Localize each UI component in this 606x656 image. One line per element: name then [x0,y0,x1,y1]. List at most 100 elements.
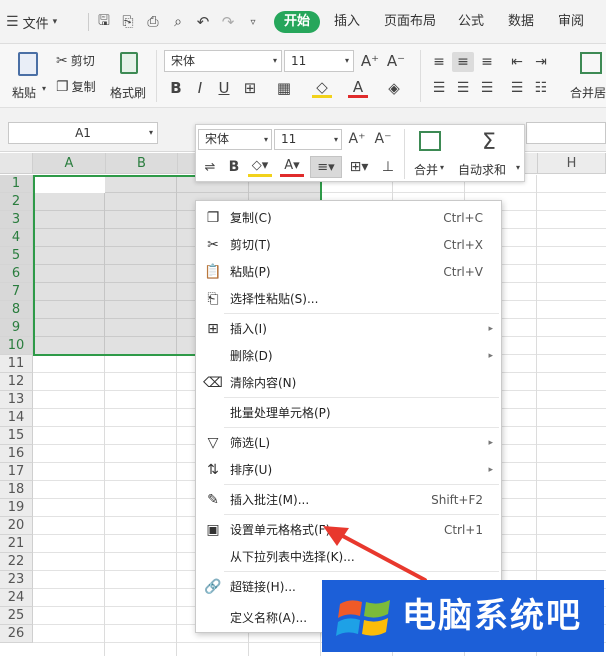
justify-icon[interactable]: ☰ [506,78,528,98]
merge-center-button[interactable]: 合并居 [566,50,606,102]
row-header[interactable]: 17 [0,463,33,481]
menu-item-sort[interactable]: ⇅ 排序(U) ▸ [196,456,501,483]
indent-decrease-icon[interactable]: ⇤ [506,52,528,72]
align-bottom-icon[interactable]: ≡ [476,52,498,72]
save-icon[interactable]: 🖫 [95,13,113,31]
column-header[interactable]: B [106,153,178,174]
menu-item-cut[interactable]: ✂ 剪切(T) Ctrl+X [196,231,501,258]
row-header[interactable]: 16 [0,445,33,463]
row-header[interactable]: 12 [0,373,33,391]
font-shrink-icon[interactable]: A⁻ [386,51,406,71]
quick-access-chevron-icon[interactable]: ▿ [244,13,262,31]
row-header[interactable]: 19 [0,499,33,517]
mini-font-size-select[interactable]: 11 ▾ [274,129,342,150]
row-header[interactable]: 1 [0,175,33,193]
row-header[interactable]: 25 [0,607,33,625]
undo-icon[interactable]: ↶ [194,13,212,31]
row-header[interactable]: 22 [0,553,33,571]
tab-home[interactable]: 开始 [274,11,321,33]
row-header[interactable]: 2 [0,193,33,211]
autosum-button[interactable]: Σ 自动求和 ▾ [456,129,524,179]
align-center-icon[interactable]: ☰ [452,78,474,98]
row-header[interactable]: 18 [0,481,33,499]
font-name-select[interactable]: 宋体 ▾ [164,50,282,72]
borders-icon[interactable]: ⊞ [240,78,260,98]
align-top-icon[interactable]: ≡ [428,52,450,72]
print-preview-icon[interactable]: ⌕ [169,13,187,31]
mini-merge-button[interactable]: 合并 ▾ [410,129,450,179]
align-left-icon[interactable]: ☰ [428,78,450,98]
font-grow-icon[interactable]: A⁺ [360,51,380,71]
select-all-corner[interactable] [0,153,33,174]
align-right-icon[interactable]: ☰ [476,78,498,98]
tab-data[interactable]: 数据 [502,11,540,33]
row-header[interactable]: 20 [0,517,33,535]
bold-icon[interactable]: B [224,157,244,177]
row-header[interactable]: 5 [0,247,33,265]
menu-item-delete[interactable]: 删除(D) ▸ [196,342,501,369]
font-grow-icon[interactable]: A⁺ [346,129,368,149]
row-header[interactable]: 14 [0,409,33,427]
tab-review[interactable]: 审阅 [552,11,590,33]
tab-page-layout[interactable]: 页面布局 [378,11,442,33]
wrap-text-icon[interactable]: ⇌ [200,157,220,177]
column-header[interactable]: A [33,153,106,174]
fill-color-icon[interactable]: ◇ [312,78,332,98]
menu-item-copy[interactable]: ❐ 复制(C) Ctrl+C [196,204,501,231]
tab-insert[interactable]: 插入 [328,11,366,33]
distributed-icon[interactable]: ☷ [530,78,552,98]
format-painter-button[interactable]: 格式刷 [108,50,152,102]
export-pdf-icon[interactable]: ⎘ [119,13,137,31]
menu-item-paste[interactable]: 📋 粘贴(P) Ctrl+V [196,258,501,285]
bold-icon[interactable]: B [166,78,186,98]
cell-style-icon[interactable]: ▦ [274,78,294,98]
paste-button[interactable]: 粘贴 [8,50,48,102]
column-header[interactable]: H [538,153,606,174]
row-header[interactable]: 8 [0,301,33,319]
font-color-icon[interactable]: A [348,78,368,98]
formula-input[interactable] [526,122,606,144]
indent-increase-icon[interactable]: ⇥ [530,52,552,72]
underline-icon[interactable]: U [214,78,234,98]
row-header[interactable]: 10 [0,337,33,355]
row-header[interactable]: 11 [0,355,33,373]
paste-dropdown-icon[interactable]: ▾ [42,84,46,93]
name-box[interactable]: A1 ▾ [8,122,158,144]
menu-item-insert[interactable]: ⊞ 插入(I) ▸ [196,315,501,342]
row-header[interactable]: 21 [0,535,33,553]
menu-item-batch-process[interactable]: 批量处理单元格(P) [196,399,501,426]
font-shrink-icon[interactable]: A⁻ [372,129,394,149]
row-header[interactable]: 15 [0,427,33,445]
active-cell[interactable] [35,177,105,193]
row-header[interactable]: 13 [0,391,33,409]
row-header[interactable]: 26 [0,625,33,643]
italic-icon[interactable]: I [190,78,210,98]
borders-icon[interactable]: ⊞▾ [346,157,372,177]
eraser-icon: ⌫ [203,374,223,391]
align-middle-icon[interactable]: ≡ [452,52,474,72]
font-color-icon[interactable]: A▾ [280,157,304,177]
print-icon[interactable]: ⎙ [144,13,162,31]
cell-fill-icon[interactable]: ⊥ [378,157,398,177]
menu-item-paste-special[interactable]: ⎗ 选择性粘贴(S)... [196,285,501,312]
cut-button[interactable]: ✂ 剪切 [56,52,95,69]
row-header[interactable]: 4 [0,229,33,247]
menu-item-clear-contents[interactable]: ⌫ 清除内容(N) [196,369,501,396]
row-header[interactable]: 3 [0,211,33,229]
row-header[interactable]: 24 [0,589,33,607]
row-header[interactable]: 7 [0,283,33,301]
menu-item-filter[interactable]: ▽ 筛选(L) ▸ [196,429,501,456]
mini-font-name-select[interactable]: 宋体 ▾ [198,129,272,150]
redo-icon[interactable]: ↷ [219,13,237,31]
clear-format-icon[interactable]: ◈ [384,78,404,98]
row-header[interactable]: 6 [0,265,33,283]
menu-item-insert-comment[interactable]: ✎ 插入批注(M)... Shift+F2 [196,486,501,513]
file-menu[interactable]: ☰ 文件 ▾ [6,11,57,33]
copy-button[interactable]: ❐ 复制 [56,78,96,95]
align-center-icon[interactable]: ≡▾ [310,156,342,178]
tab-formulas[interactable]: 公式 [452,11,490,33]
font-size-select[interactable]: 11 ▾ [284,50,354,72]
row-header[interactable]: 23 [0,571,33,589]
fill-color-icon[interactable]: ◇▾ [248,157,272,177]
row-header[interactable]: 9 [0,319,33,337]
